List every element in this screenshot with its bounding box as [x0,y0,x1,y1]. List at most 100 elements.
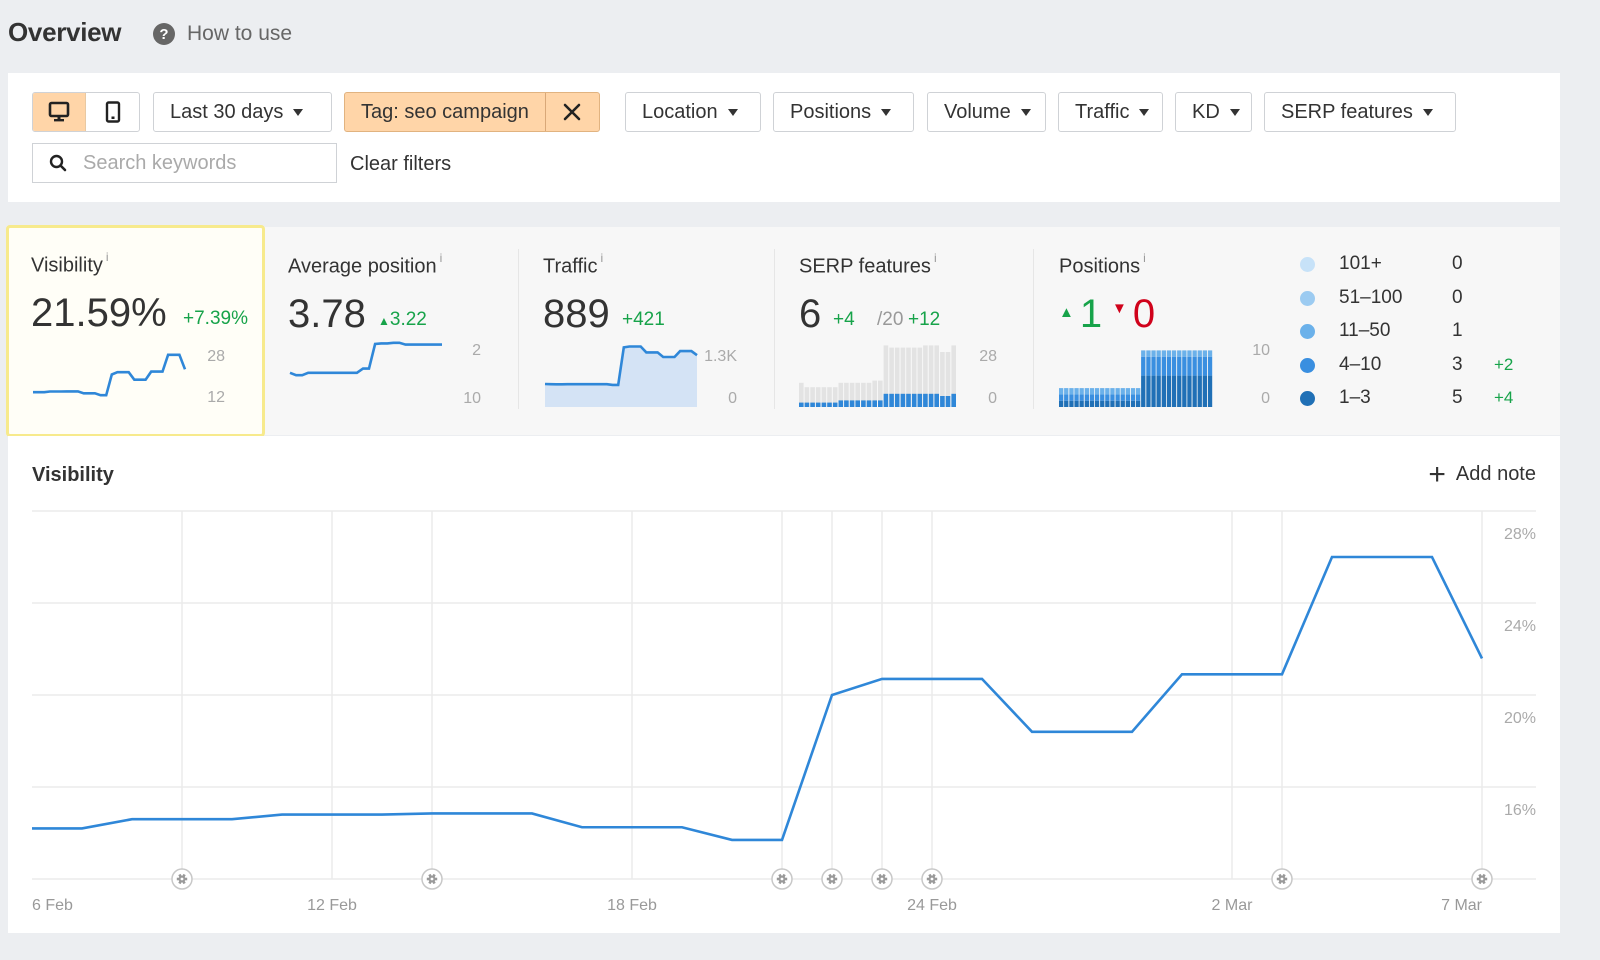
visibility-line [32,555,1484,842]
legend-row-1-3[interactable]: 1–3 5 +4 [1300,386,1513,410]
data-point[interactable] [1326,551,1338,563]
positions-bar-top10 [1166,356,1172,376]
data-point[interactable] [376,809,388,821]
positions-card[interactable]: Positions i ▲ 1 ▼ 0 10 0 [1034,227,1294,435]
search-keywords-input[interactable] [83,151,313,175]
volume-label: Volume [944,100,1011,123]
data-point[interactable] [1276,668,1288,680]
data-point[interactable] [826,689,838,701]
tag-filter[interactable]: Tag: seo campaign [344,92,600,132]
data-point[interactable] [726,834,738,846]
mobile-icon [105,101,120,123]
data-point[interactable] [1026,726,1038,738]
caret-down-icon [1229,108,1240,116]
data-point[interactable] [326,809,338,821]
triangle-up-icon: ▲ [378,314,390,328]
positions-bar-top50 [1207,350,1213,357]
serp-features-card[interactable]: SERP features i 6 +4 /20 +12 28 0 [775,227,1033,435]
positions-bar-top10 [1115,394,1120,401]
positions-bar-top10 [1110,394,1115,401]
how-to-use-link[interactable]: ? How to use [153,22,292,46]
volume-dropdown[interactable]: Volume [927,92,1046,132]
positions-bar-top50 [1136,388,1141,395]
clear-filters-button[interactable]: Clear filters [350,153,451,176]
average-position-card[interactable]: Average position i 3.78 ▲3.22 2 10 [264,227,519,435]
annotation-gear-icon[interactable] [921,868,943,890]
data-point[interactable] [626,821,638,833]
traffic-dropdown[interactable]: Traffic [1058,92,1163,132]
data-point[interactable] [1426,551,1438,563]
data-point[interactable] [976,673,988,685]
positions-bar-top3 [1141,375,1146,407]
positions-bar-top3 [1064,400,1069,407]
location-dropdown[interactable]: Location [625,92,761,132]
annotation-gear-icon[interactable] [1471,868,1493,890]
traffic-card[interactable]: Traffic i 889 +421 1.3K 0 [519,227,774,435]
data-point[interactable] [1176,668,1188,680]
data-point[interactable] [26,822,38,834]
annotation-gear-icon[interactable] [771,868,793,890]
annotation-gear-icon[interactable] [871,868,893,890]
data-point[interactable] [1076,726,1088,738]
data-point[interactable] [276,809,288,821]
visibility-delta: +7.39% [183,308,248,329]
data-point[interactable] [1376,551,1388,563]
positions-bar-top50 [1079,388,1084,395]
remove-tag-button[interactable] [546,93,599,131]
legend-value: 0 [1452,287,1463,308]
positions-bar-top10 [1079,394,1084,401]
annotation-gear-icon[interactable] [1271,868,1293,890]
info-icon: i [1143,251,1146,265]
legend-row-4-10[interactable]: 4–10 3 +2 [1300,353,1513,377]
serp-owned-bar [883,393,889,407]
positions-bar-top50 [1110,388,1115,395]
positions-bar-top10 [1141,356,1146,376]
positions-bar-top50 [1146,350,1151,357]
data-point[interactable] [876,673,888,685]
traffic-value: 889 [543,292,610,336]
data-point[interactable] [76,822,88,834]
annotation-gear-icon[interactable] [821,868,843,890]
annotation-gear-icon[interactable] [421,868,443,890]
positions-dropdown[interactable]: Positions [773,92,914,132]
average-position-axis-top: 2 [472,342,481,359]
serp-owned-bar [894,393,900,407]
legend-row-101plus[interactable]: 101+ 0 [1300,252,1494,276]
data-point[interactable] [926,673,938,685]
date-range-dropdown[interactable]: Last 30 days [153,92,332,132]
annotation-gear-icon[interactable] [171,868,193,890]
positions-bar-top50 [1084,388,1089,395]
mobile-toggle[interactable] [86,93,139,131]
visibility-card[interactable]: Visibility i 21.59% +7.39% 28 12 [6,225,265,437]
positions-bar-top50 [1182,350,1187,357]
desktop-toggle[interactable] [33,93,87,131]
add-note-button[interactable]: + Add note [1428,459,1536,489]
data-point[interactable] [226,813,238,825]
y-tick-label: 28% [1504,526,1536,543]
data-point[interactable] [1476,652,1488,664]
data-point[interactable] [1126,726,1138,738]
positions-bar-top3 [1110,400,1115,407]
positions-bar-top10 [1187,356,1192,376]
filter-panel: Last 30 days Tag: seo campaign Location … [8,73,1560,202]
legend-row-11-50[interactable]: 11–50 1 [1300,319,1494,343]
data-point[interactable] [476,807,488,819]
serp-features-dropdown[interactable]: SERP features [1264,92,1456,132]
traffic-axis-min: 0 [728,390,737,407]
legend-dot-icon [1300,390,1315,406]
visibility-line-chart[interactable]: 28% 24% 20% 16% 6 Feb 12 Feb 18 Feb 24 Feb 2 Mar… [8,436,1560,933]
data-point[interactable] [576,821,588,833]
positions-bar-top10 [1130,394,1136,401]
data-point[interactable] [676,821,688,833]
legend-row-51-100[interactable]: 51–100 0 [1300,286,1494,310]
device-toggle [32,92,140,132]
data-point[interactable] [126,813,138,825]
data-point[interactable] [1226,668,1238,680]
data-point[interactable] [176,813,188,825]
positions-bar-top10 [1146,356,1151,376]
data-point[interactable] [426,807,438,819]
kd-dropdown[interactable]: KD [1175,92,1252,132]
positions-bar-top50 [1156,350,1161,357]
data-point[interactable] [526,807,538,819]
data-point[interactable] [776,834,788,846]
